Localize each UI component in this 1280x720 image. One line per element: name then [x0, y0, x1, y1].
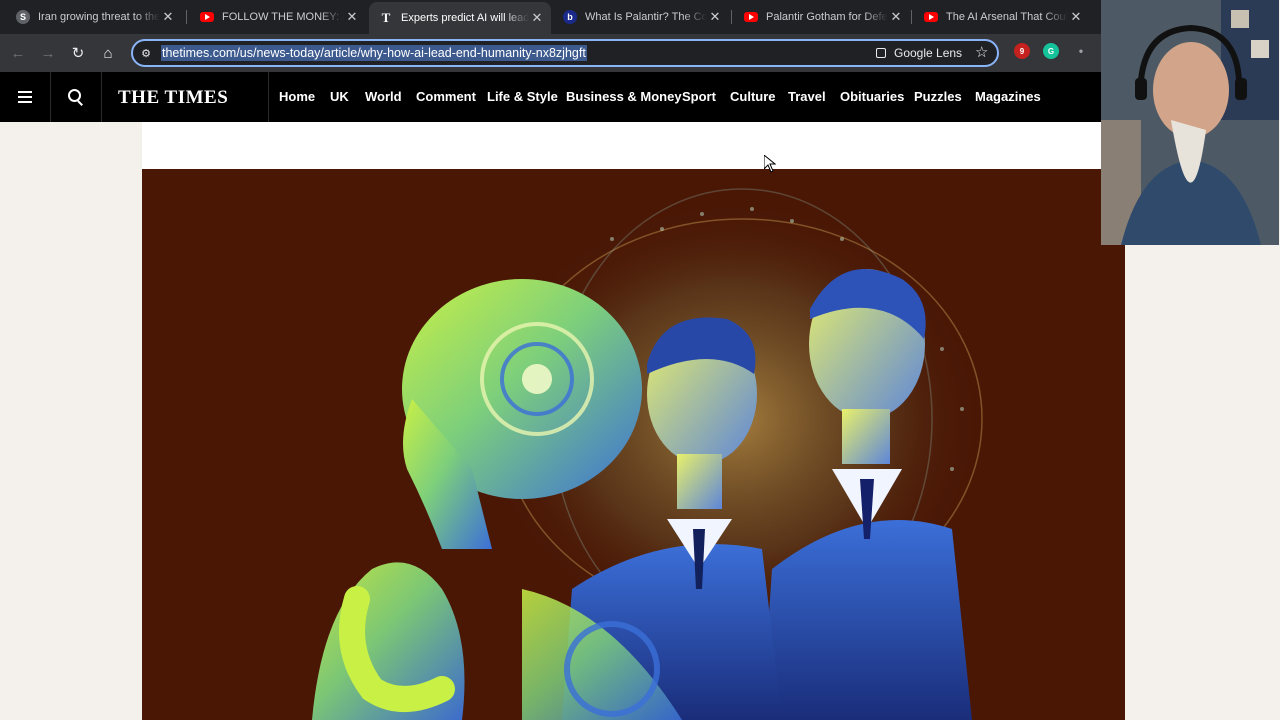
webcam-overlay	[1101, 0, 1279, 245]
search-icon[interactable]	[68, 89, 84, 106]
nav-puzzles[interactable]: Puzzles	[914, 89, 962, 104]
address-bar[interactable]: ⚙ thetimes.com/us/news-today/article/why…	[131, 39, 999, 67]
tab-palantir-gotham[interactable]: Palantir Gotham for Defens ✕	[734, 4, 910, 30]
extension-icon[interactable]: 9	[1014, 43, 1030, 59]
nav-world[interactable]: World	[365, 89, 402, 104]
nav-uk[interactable]: UK	[330, 89, 349, 104]
close-icon[interactable]: ✕	[160, 9, 176, 25]
nav-culture[interactable]: Culture	[730, 89, 776, 104]
nav-home[interactable]: Home	[279, 89, 315, 104]
tab-title: Iran growing threat to the W	[38, 11, 160, 23]
nav-magazines[interactable]: Magazines	[975, 89, 1041, 104]
site-logo[interactable]: THE TIMES	[118, 87, 228, 109]
close-icon[interactable]: ✕	[344, 9, 360, 25]
tab-title: Experts predict AI will lead t	[401, 12, 529, 24]
times-t-icon: T	[381, 10, 391, 25]
back-arrow-icon[interactable]: ←	[7, 42, 29, 64]
bookmark-star-icon[interactable]: ☆	[975, 43, 988, 61]
grammarly-icon[interactable]: G	[1043, 43, 1059, 59]
tab-title: FOLLOW THE MONEY: Epstei	[222, 11, 344, 23]
nav-life-style[interactable]: Life & Style	[487, 89, 558, 104]
site-info-icon[interactable]: ⚙	[139, 46, 153, 60]
browser-tab-strip: S Iran growing threat to the W ✕ FOLLOW …	[0, 0, 1101, 34]
home-icon[interactable]: ⌂	[97, 42, 119, 64]
article-hero-image	[142, 169, 1125, 720]
divider	[268, 72, 269, 122]
close-icon[interactable]: ✕	[1068, 9, 1084, 25]
extension-badge: 9	[1019, 46, 1025, 56]
browser-toolbar: ← → ↻ ⌂ ⚙ thetimes.com/us/news-today/art…	[0, 34, 1101, 72]
divider	[101, 72, 102, 122]
hamburger-menu-icon[interactable]	[18, 91, 32, 103]
tab-title: The AI Arsenal That Could S	[946, 11, 1068, 23]
article-top-whitespace	[142, 122, 1101, 169]
tab-what-is-palantir[interactable]: b What Is Palantir? The Comp ✕	[553, 4, 729, 30]
tab-separator	[731, 10, 732, 24]
google-lens-button[interactable]: Google Lens	[876, 46, 962, 60]
tab-iran-threat[interactable]: S Iran growing threat to the W ✕	[6, 4, 182, 30]
close-icon[interactable]: ✕	[888, 9, 904, 25]
tab-separator	[911, 10, 912, 24]
more-menu-icon[interactable]: •	[1073, 43, 1089, 59]
youtube-icon	[924, 12, 938, 22]
divider	[50, 72, 51, 122]
s-icon: S	[16, 10, 30, 24]
url-text[interactable]: thetimes.com/us/news-today/article/why-h…	[161, 45, 587, 61]
tab-ai-arsenal[interactable]: The AI Arsenal That Could S ✕	[914, 4, 1090, 30]
b-icon: b	[563, 10, 577, 24]
youtube-icon	[200, 12, 214, 22]
close-icon[interactable]: ✕	[529, 10, 545, 26]
forward-arrow-icon[interactable]: →	[37, 42, 59, 64]
tab-experts-predict-ai[interactable]: T Experts predict AI will lead t ✕	[369, 2, 551, 34]
close-icon[interactable]: ✕	[707, 9, 723, 25]
tab-follow-the-money[interactable]: FOLLOW THE MONEY: Epstei ✕	[190, 4, 366, 30]
nav-comment[interactable]: Comment	[416, 89, 476, 104]
page-right-margin	[1125, 245, 1280, 720]
youtube-icon	[744, 12, 758, 22]
site-header: THE TIMES Home UK World Comment Life & S…	[0, 72, 1101, 122]
lens-icon	[876, 48, 886, 58]
nav-business-money[interactable]: Business & Money	[566, 89, 682, 104]
nav-sport[interactable]: Sport	[682, 89, 716, 104]
tab-title: Palantir Gotham for Defens	[766, 11, 888, 23]
reload-icon[interactable]: ↻	[67, 42, 89, 64]
nav-travel[interactable]: Travel	[788, 89, 826, 104]
google-lens-label: Google Lens	[894, 46, 963, 60]
tab-separator	[186, 10, 187, 24]
tab-title: What Is Palantir? The Comp	[585, 11, 707, 23]
nav-obituaries[interactable]: Obituaries	[840, 89, 904, 104]
